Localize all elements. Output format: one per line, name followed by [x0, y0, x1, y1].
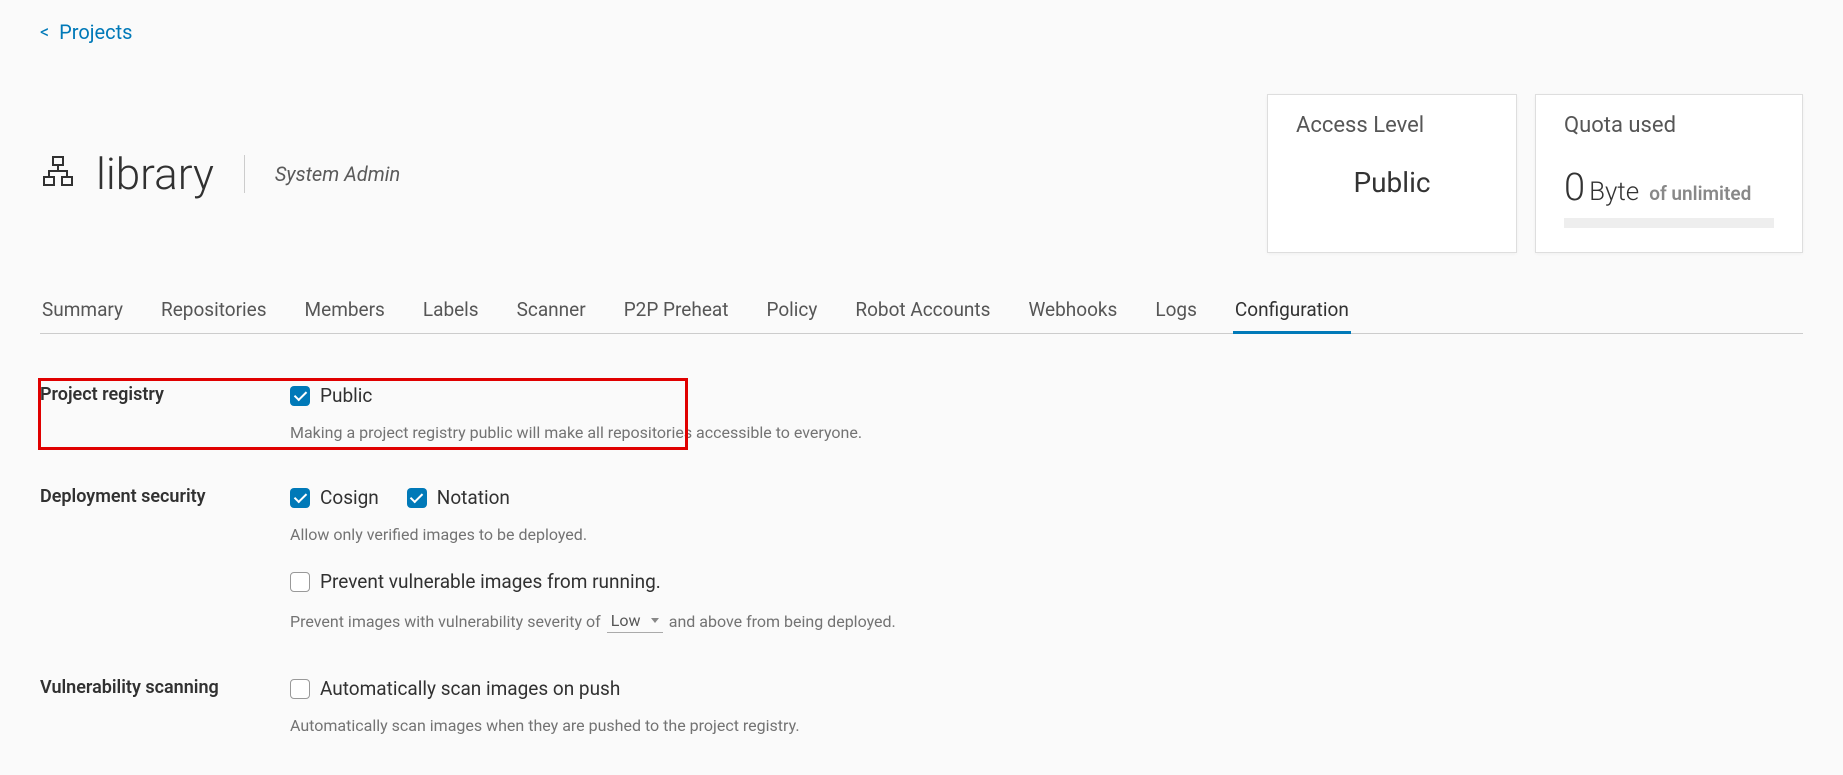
- notation-label: Notation: [437, 486, 510, 509]
- back-arrow-icon[interactable]: <: [40, 22, 49, 43]
- tab-policy[interactable]: Policy: [764, 298, 819, 333]
- access-level-value: Public: [1296, 166, 1488, 199]
- public-checkbox-label: Public: [320, 384, 372, 407]
- severity-pre-text: Prevent images with vulnerability severi…: [290, 612, 601, 631]
- tab-members[interactable]: Members: [303, 298, 387, 333]
- prevent-vulnerable-checkbox[interactable]: [290, 572, 310, 592]
- tab-logs[interactable]: Logs: [1153, 298, 1199, 333]
- tab-configuration[interactable]: Configuration: [1233, 298, 1351, 334]
- auto-scan-label: Automatically scan images on push: [320, 677, 620, 700]
- access-level-card: Access Level Public: [1267, 94, 1517, 253]
- breadcrumb-projects-link[interactable]: Projects: [59, 20, 132, 44]
- severity-post-text: and above from being deployed.: [669, 612, 896, 631]
- quota-card: Quota used 0Byte of unlimited: [1535, 94, 1803, 253]
- tab-p2p-preheat[interactable]: P2P Preheat: [622, 298, 731, 333]
- deployment-help-text: Allow only verified images to be deploye…: [290, 525, 1803, 544]
- section-deployment-security-label: Deployment security: [40, 486, 290, 507]
- auto-scan-help-text: Automatically scan images when they are …: [290, 716, 1803, 735]
- quota-unit: Byte: [1589, 177, 1639, 207]
- cosign-checkbox[interactable]: [290, 488, 310, 508]
- quota-of-text: of unlimited: [1649, 182, 1751, 205]
- tab-summary[interactable]: Summary: [40, 298, 125, 333]
- notation-checkbox[interactable]: [407, 488, 427, 508]
- quota-number: 0: [1564, 166, 1585, 210]
- auto-scan-checkbox[interactable]: [290, 679, 310, 699]
- tab-webhooks[interactable]: Webhooks: [1026, 298, 1119, 333]
- quota-progress-bar: [1564, 218, 1774, 228]
- cosign-label: Cosign: [320, 486, 379, 509]
- section-project-registry-label: Project registry: [40, 384, 290, 405]
- tab-scanner[interactable]: Scanner: [515, 298, 588, 333]
- project-name: library: [96, 148, 214, 200]
- tab-robot-accounts[interactable]: Robot Accounts: [853, 298, 992, 333]
- section-vulnerability-scanning-label: Vulnerability scanning: [40, 677, 290, 698]
- tab-repositories[interactable]: Repositories: [159, 298, 269, 333]
- breadcrumb: < Projects: [40, 20, 1803, 44]
- access-level-title: Access Level: [1296, 113, 1488, 138]
- project-icon: [40, 154, 76, 194]
- quota-title: Quota used: [1564, 113, 1774, 138]
- public-help-text: Making a project registry public will ma…: [290, 423, 1803, 442]
- project-role: System Admin: [275, 162, 400, 186]
- prevent-vulnerable-label: Prevent vulnerable images from running.: [320, 570, 661, 593]
- tabs: Summary Repositories Members Labels Scanner P…: [40, 298, 1803, 334]
- severity-select[interactable]: Low: [607, 609, 663, 633]
- tab-labels[interactable]: Labels: [421, 298, 481, 333]
- public-checkbox[interactable]: [290, 386, 310, 406]
- title-divider: [244, 155, 245, 193]
